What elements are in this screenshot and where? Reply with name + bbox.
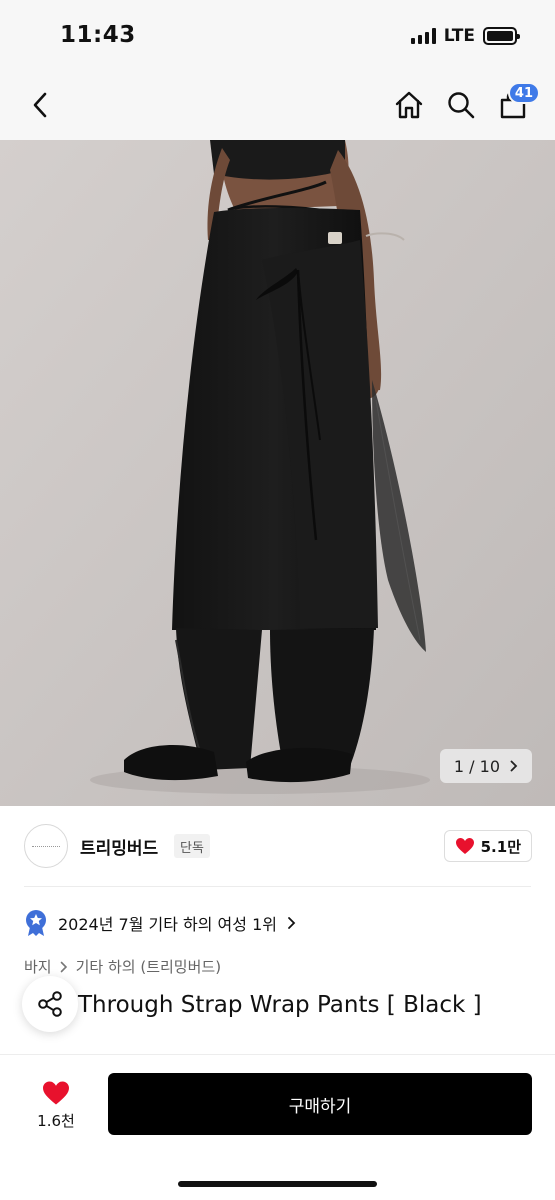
exclusive-tag: 단독 [174,834,210,858]
home-button[interactable] [390,86,428,124]
top-nav: 41 [0,70,555,140]
chevron-right-icon [510,760,518,772]
brand-logo[interactable] [24,824,68,868]
cart-button[interactable]: 41 [494,82,540,124]
search-button[interactable] [442,86,480,124]
chevron-left-icon [33,92,47,118]
image-counter[interactable]: 1 / 10 [439,749,532,783]
brand-like-count: 5.1만 [480,837,521,856]
breadcrumb-item[interactable]: 바지 [24,956,52,977]
heart-icon [455,838,474,854]
status-bar: 11:43 LTE [0,0,555,70]
heart-icon [43,1080,69,1105]
product-photo [0,140,555,806]
bottom-action-bar: 1.6천 구매하기 [0,1054,555,1200]
brand-name[interactable]: 트리밍버드 [80,834,158,859]
home-indicator [178,1181,377,1187]
back-button[interactable] [22,86,60,124]
breadcrumb: 바지 기타 하의 (트리밍버드) [24,956,221,977]
divider [24,886,531,887]
chevron-right-icon [288,917,296,929]
signal-icon [410,28,436,44]
breadcrumb-item[interactable]: 기타 하의 (트리밍버드) [76,956,221,977]
ranking-link[interactable]: 2024년 7월 기타 하의 여성 1위 [24,908,296,938]
status-time: 11:43 [60,22,136,48]
home-icon [395,91,423,119]
buy-button[interactable]: 구매하기 [108,1073,532,1135]
brand-row: 트리밍버드 단독 5.1만 [24,822,532,872]
share-icon [38,991,62,1017]
status-indicators: LTE [410,26,520,46]
product-image-carousel[interactable]: 1 / 10 [0,140,555,806]
product-title-text: Through Strap Wrap Pants [ Black ] [78,992,482,1018]
search-icon [448,92,475,119]
network-label: LTE [443,26,475,46]
brand-like-button[interactable]: 5.1만 [443,830,532,862]
wishlist-button[interactable]: 1.6천 [24,1073,88,1137]
product-title: Through Strap Wrap Pants [ Black ] [24,992,482,1018]
chevron-right-icon [60,961,67,972]
share-button[interactable] [22,976,78,1032]
battery-icon [483,27,520,45]
ranking-text: 2024년 7월 기타 하의 여성 1위 [58,915,277,934]
wishlist-count: 1.6천 [37,1111,75,1130]
image-counter-text: 1 / 10 [453,756,500,776]
ranking-badge-icon [26,910,46,936]
cart-count-badge: 41 [507,82,540,104]
